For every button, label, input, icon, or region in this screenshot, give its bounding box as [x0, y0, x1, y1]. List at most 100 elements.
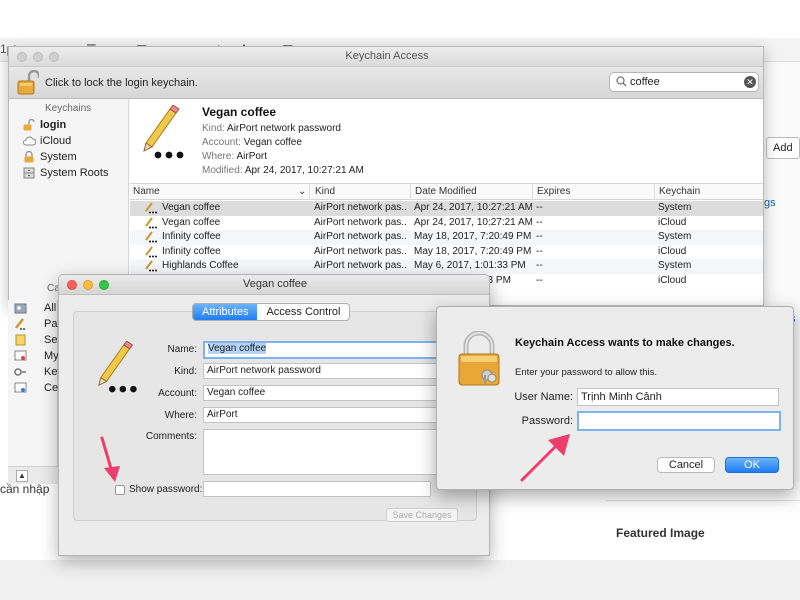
- keychain-toolbar: Click to lock the login keychain. ✕: [9, 67, 763, 99]
- sidebar-item-login[interactable]: login: [21, 117, 129, 133]
- item-detail-header: Vegan coffee Kind: AirPort network passw…: [130, 99, 763, 183]
- sidebar-item-label: System Roots: [40, 167, 109, 179]
- toggle-sidebar-icon[interactable]: ▲: [16, 470, 28, 482]
- comments-field[interactable]: [203, 429, 443, 475]
- lock-icon: [23, 150, 35, 166]
- cell-expires: --: [536, 275, 543, 286]
- kind-field[interactable]: AirPort network password: [203, 363, 443, 379]
- column-header-kind[interactable]: Kind: [315, 186, 335, 197]
- sidebar-item-my-certificates[interactable]: My C: [12, 348, 70, 365]
- cell-kind: AirPort network pas...: [314, 231, 406, 243]
- tab-access-control[interactable]: Access Control: [257, 304, 349, 320]
- sidebar-item-label: login: [40, 119, 67, 131]
- column-header-date[interactable]: Date Modified: [415, 186, 477, 197]
- add-button[interactable]: Add: [766, 137, 800, 159]
- password-item-icon: [140, 104, 190, 164]
- sort-chevron-icon[interactable]: ⌄: [298, 186, 306, 197]
- show-password-label: Show password:: [129, 484, 203, 495]
- table-header: Name ⌄ Kind Date Modified Expires Keycha…: [130, 184, 763, 200]
- window-title: Vegan coffee: [242, 278, 308, 290]
- annotation-arrow-icon: [96, 436, 124, 489]
- ok-button[interactable]: OK: [725, 457, 779, 473]
- comments-label: Comments:: [145, 431, 197, 442]
- auth-message: Enter your password to allow this.: [515, 367, 658, 378]
- search-field[interactable]: ✕: [609, 72, 759, 92]
- tab-attributes[interactable]: Attributes: [193, 304, 258, 320]
- where-field[interactable]: AirPort: [203, 407, 443, 423]
- sidebar-item-system-roots[interactable]: System Roots: [21, 165, 129, 181]
- sidebar-item-label: iCloud: [40, 135, 72, 147]
- sidebar-item-system[interactable]: System: [21, 149, 129, 165]
- certificate-icon: [14, 382, 27, 397]
- table-row[interactable]: Infinity coffee AirPort network pas... M…: [130, 245, 763, 260]
- pencil-icon: [14, 318, 27, 333]
- cell-date: Apr 24, 2017, 10:27:21 AM: [414, 216, 532, 228]
- column-header-keychain[interactable]: Keychain: [659, 186, 700, 197]
- user-name-input[interactable]: [577, 388, 779, 406]
- cell-kind: AirPort network pas...: [314, 202, 406, 213]
- cell-expires: --: [536, 245, 543, 257]
- table-row[interactable]: Vegan coffee AirPort network pas... Apr …: [130, 201, 763, 216]
- cell-date: May 6, 2017, 1:01:33 PM: [414, 260, 526, 272]
- name-label: Name:: [167, 344, 197, 355]
- window-titlebar[interactable]: Keychain Access: [9, 47, 763, 67]
- detail-modified: Modified: Apr 24, 2017, 10:27:21 AM: [202, 165, 364, 176]
- sidebar-heading: Keychains: [45, 103, 92, 114]
- cell-keychain: System: [658, 202, 692, 213]
- table-row[interactable]: Highlands Coffee AirPort network pas... …: [130, 259, 763, 274]
- cell-keychain: iCloud: [658, 216, 687, 228]
- user-name-label: User Name:: [514, 391, 573, 403]
- sidebar-item-passwords[interactable]: Pass: [12, 316, 68, 333]
- cell-kind: AirPort network pas...: [314, 260, 406, 272]
- cancel-button[interactable]: Cancel: [657, 457, 715, 473]
- clear-search-icon[interactable]: ✕: [744, 76, 756, 88]
- category-sidebar: All I Pass Sec My C Keys Cert: [8, 300, 70, 484]
- detail-kind: Kind: AirPort network password: [202, 123, 341, 134]
- lock-hint: Click to lock the login keychain.: [45, 77, 198, 89]
- cell-expires: --: [536, 260, 543, 272]
- sidebar-item-keys[interactable]: Keys: [12, 364, 68, 381]
- detail-account: Account: Vegan coffee: [202, 137, 302, 148]
- cell-date: May 18, 2017, 7:20:49 PM: [414, 245, 532, 257]
- sidebar-item-icloud[interactable]: iCloud: [21, 133, 129, 149]
- sidebar-footer: ▲: [8, 466, 58, 484]
- search-input[interactable]: [630, 75, 740, 89]
- featured-image-title[interactable]: Featured Image: [616, 526, 705, 540]
- window-title: Keychain Access: [345, 50, 429, 62]
- editor-text-fragment: cần nhập: [0, 482, 50, 496]
- cell-name: Vegan coffee: [162, 202, 221, 213]
- cell-expires: --: [536, 231, 543, 243]
- cell-date: May 18, 2017, 7:20:49 PM: [414, 231, 532, 243]
- sidebar-item-all-items[interactable]: All I: [12, 300, 62, 317]
- segmented-tabs: Attributes Access Control: [192, 303, 351, 321]
- auth-title: Keychain Access wants to make changes.: [515, 337, 735, 349]
- link-fragment[interactable]: gs: [764, 197, 776, 209]
- cell-keychain: System: [658, 231, 692, 243]
- account-field[interactable]: Vegan coffee: [203, 385, 443, 401]
- open-lock-icon: [23, 118, 35, 134]
- name-field[interactable]: Vegan coffee: [203, 341, 443, 359]
- password-field[interactable]: [203, 481, 431, 497]
- cell-expires: --: [536, 216, 543, 228]
- cell-name: Infinity coffee: [162, 245, 221, 257]
- cell-kind: AirPort network pas...: [314, 245, 406, 257]
- sidebar-item-certificates[interactable]: Cert: [12, 380, 65, 397]
- window-titlebar[interactable]: Vegan coffee: [59, 275, 489, 295]
- password-input[interactable]: [577, 411, 781, 431]
- cell-keychain: System: [658, 260, 692, 272]
- cabinet-icon: [23, 167, 35, 182]
- column-header-name[interactable]: Name: [133, 186, 160, 197]
- column-header-expires[interactable]: Expires: [537, 186, 570, 197]
- cell-name: Infinity coffee: [162, 231, 221, 243]
- key-folder-icon: [14, 302, 27, 317]
- lock-icon: [457, 330, 501, 390]
- key-icon: [14, 366, 27, 381]
- table-row[interactable]: Vegan coffee AirPort network pas... Apr …: [130, 216, 763, 231]
- table-row[interactable]: Infinity coffee AirPort network pas... M…: [130, 230, 763, 245]
- cloud-icon: [23, 135, 37, 150]
- save-changes-button[interactable]: Save Changes: [386, 508, 458, 522]
- password-label: Password:: [521, 415, 573, 427]
- certificate-icon: [14, 350, 27, 365]
- sidebar-item-secure-notes[interactable]: Sec: [12, 332, 63, 348]
- open-lock-icon[interactable]: [17, 69, 41, 99]
